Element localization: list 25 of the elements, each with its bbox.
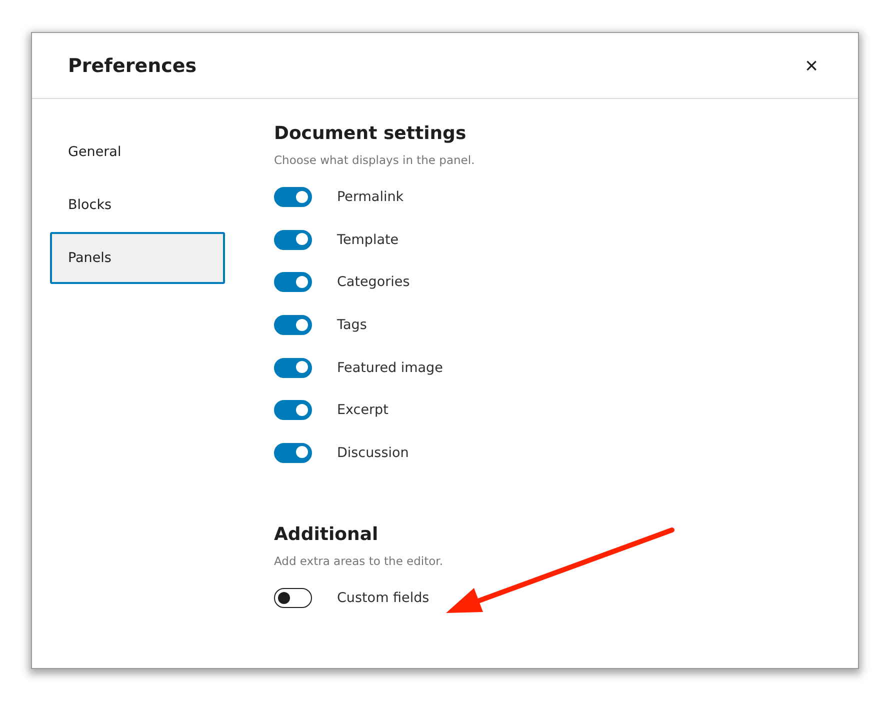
toggle-switch[interactable]: [274, 400, 312, 420]
section-heading: Additional: [274, 524, 380, 546]
sidebar-tab[interactable]: Panels: [50, 232, 225, 284]
toggle-switch[interactable]: [274, 230, 312, 250]
option-label: Permalink: [337, 189, 404, 206]
toggle-switch[interactable]: [274, 315, 312, 336]
sidebar-tab[interactable]: Blocks: [50, 179, 225, 231]
section-description: Add extra areas to the editor.: [274, 554, 444, 568]
option-label: Template: [337, 232, 399, 248]
toggle-switch[interactable]: [274, 358, 312, 378]
toggle-switch[interactable]: [274, 442, 312, 463]
close-button[interactable]: ×: [801, 54, 822, 76]
option-label: Tags: [337, 317, 367, 334]
toggle-switch[interactable]: [274, 272, 312, 292]
dialog-title: Preferences: [68, 54, 197, 76]
option-label: Discussion: [337, 444, 409, 461]
option-label: Featured image: [337, 360, 443, 376]
toggle-switch[interactable]: [274, 588, 312, 608]
toggle-switch[interactable]: [274, 187, 312, 208]
sidebar-tab[interactable]: General: [50, 126, 225, 178]
section-heading: Document settings: [274, 123, 468, 144]
option-label: Categories: [337, 274, 410, 290]
section-description: Choose what displays in the panel.: [274, 153, 475, 167]
option-label: Custom fields: [337, 590, 430, 606]
option-label: Excerpt: [337, 402, 388, 418]
